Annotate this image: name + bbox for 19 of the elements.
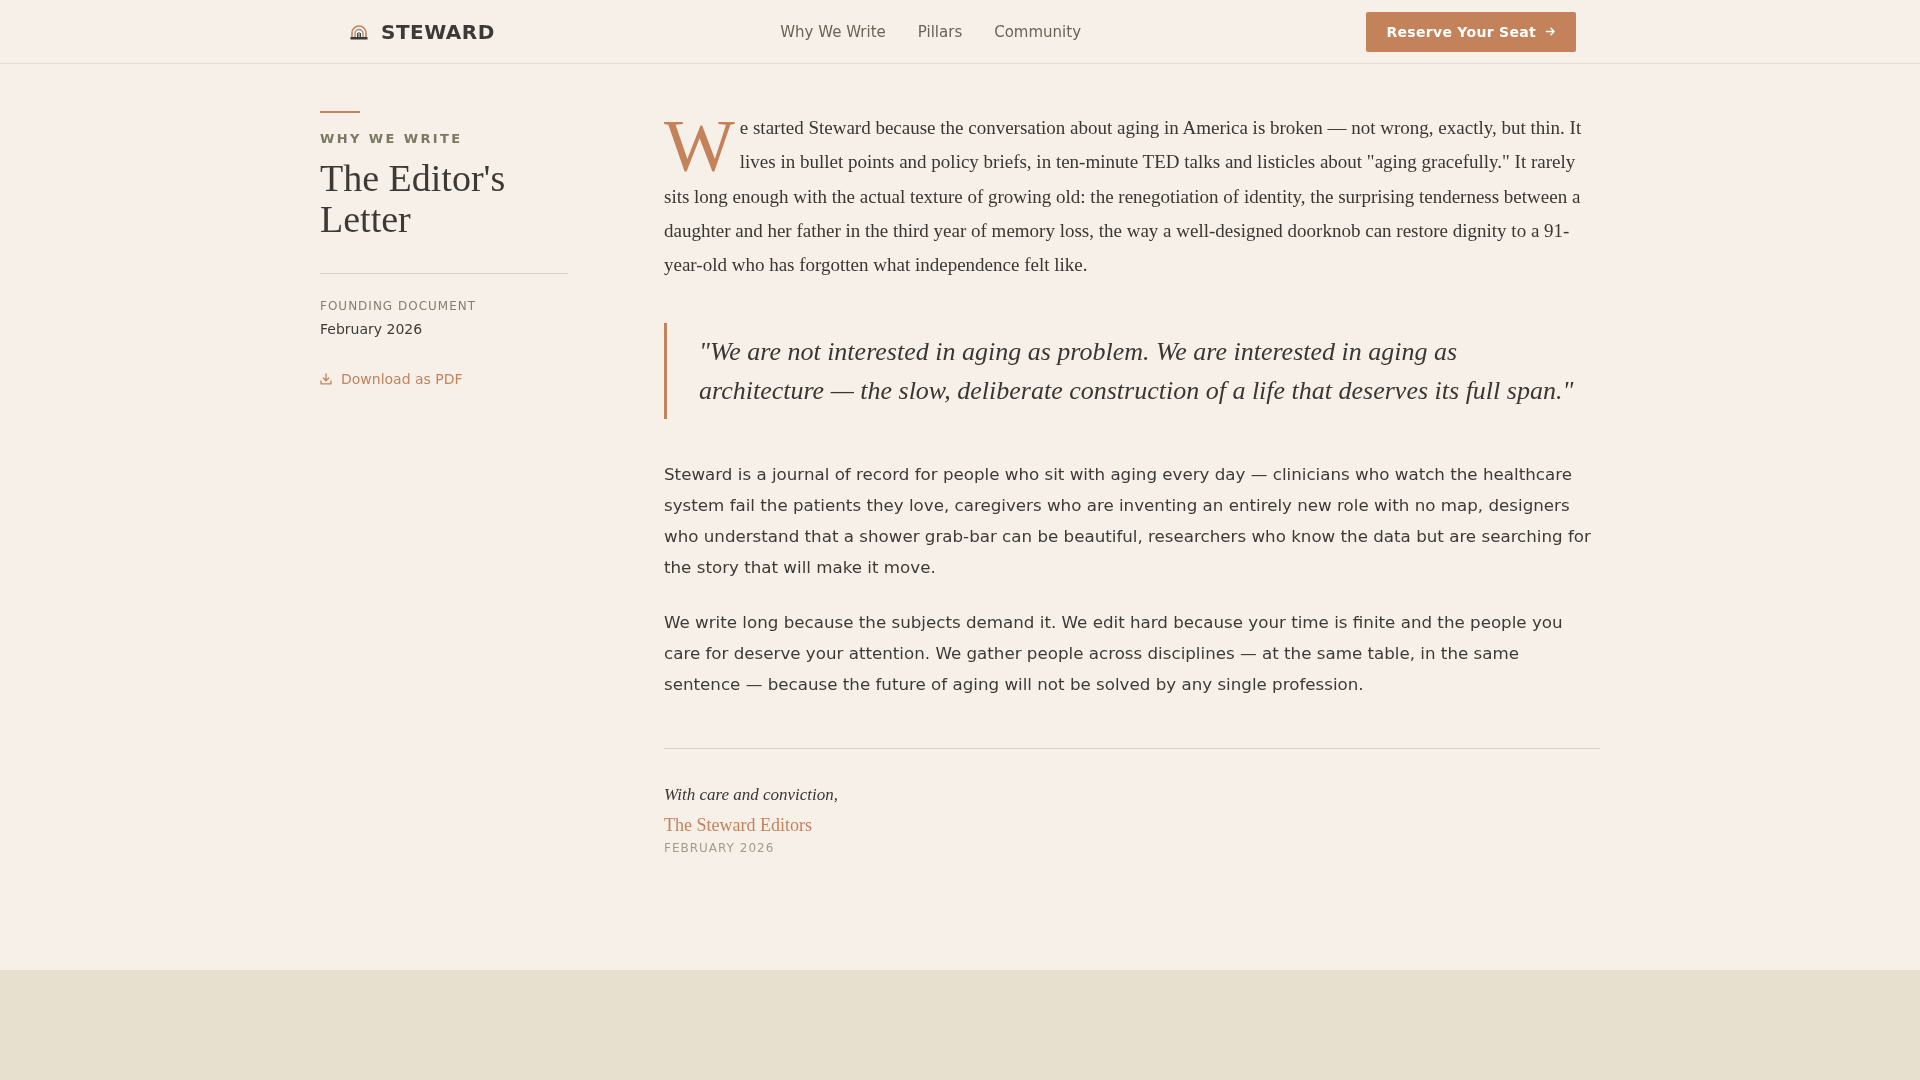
nav-link[interactable]: Community <box>994 22 1082 41</box>
section-eyebrow: WHY WE WRITE <box>320 130 463 148</box>
nav-link[interactable]: Pillars <box>917 22 963 41</box>
body-paragraph: We write long because the subjects demand it. We edit hard because your time is finite and the people you care for deserve your attention. We gather people across disciplines — at the same table, in the same sentence — because the future of aging will not be solved by any single profession. <box>664 611 1564 697</box>
download-pdf-link[interactable]: Download as PDF <box>320 371 463 387</box>
download-icon <box>320 373 332 385</box>
nav-link[interactable]: Why We Write <box>780 22 886 41</box>
arrow-right-icon <box>1545 26 1556 37</box>
meta-date: February 2026 <box>320 320 423 339</box>
reserve-seat-button[interactable]: Reserve Your Seat <box>1366 11 1576 52</box>
body-paragraph: Steward is a journal of record for people who sit with aging every day — clinicians who watch the healthcare system fail the patients they love, caregivers who are inventing an entirely new role with no map, designers who understand that a shower grab-bar can be beautiful, researchers who know the data but are searching for the story that will make it move. <box>664 463 1592 580</box>
arch-logo-icon <box>350 23 368 40</box>
brand-link[interactable]: STEWARD <box>350 19 495 44</box>
meta-label: FOUNDING DOCUMENT <box>320 298 477 315</box>
signature-date: FEBRUARY 2026 <box>664 840 775 858</box>
signature: The Steward Editors <box>664 814 812 838</box>
closing-line: With care and conviction, <box>664 784 839 807</box>
pull-quote: "We are not interested in aging as problem. We are interested in aging as architecture — the slow, deliberate construction of a life that deserves its full span." <box>664 323 1600 420</box>
page-title: The Editor's Letter <box>320 158 507 240</box>
